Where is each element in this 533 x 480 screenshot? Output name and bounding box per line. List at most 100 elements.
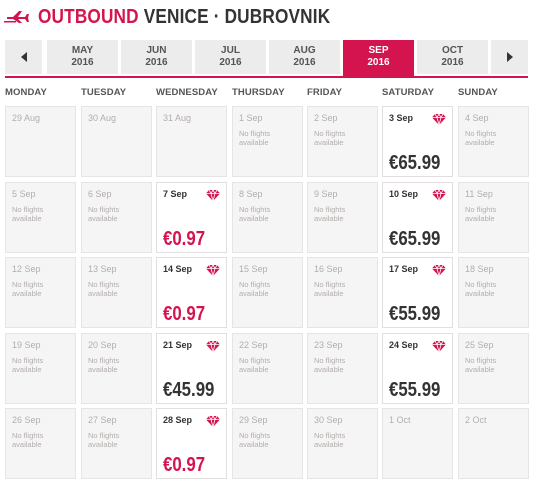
no-flights-text: No flights available bbox=[12, 280, 44, 298]
no-flights-text: No flights available bbox=[12, 431, 44, 449]
fare-price: €55.99 bbox=[389, 303, 441, 325]
month-navigation: MAY 2016 JUN 2016 JUL 2016 AUG 2016 SEP 2016 OCT 20… bbox=[0, 40, 533, 78]
fare-price: €0.97 bbox=[163, 303, 206, 325]
diamond-fare-icon bbox=[206, 263, 220, 278]
calendar-day: 16 Sep No flights available bbox=[307, 257, 378, 328]
calendar-day: 22 Sep No flights available bbox=[232, 333, 303, 404]
diamond-fare-icon bbox=[206, 339, 220, 354]
calendar-day-with-fare[interactable]: 10 Sep €65.99 bbox=[382, 182, 453, 253]
day-date: 29 Sep bbox=[239, 415, 268, 425]
diamond-fare-icon bbox=[206, 188, 220, 203]
day-date: 21 Sep bbox=[163, 340, 193, 350]
plane-takeoff-icon bbox=[4, 11, 29, 23]
weekday-thursday: THURSDAY bbox=[232, 87, 285, 98]
page-title: OUTBOUND VENICE · DUBROVNIK bbox=[38, 6, 330, 29]
day-date: 3 Sep bbox=[389, 113, 414, 123]
day-date: 28 Sep bbox=[163, 415, 193, 425]
calendar-day: 31 Aug bbox=[156, 106, 227, 177]
day-date: 30 Aug bbox=[88, 113, 117, 123]
route-label: VENICE · DUBROVNIK bbox=[143, 6, 331, 28]
day-date: 20 Sep bbox=[88, 340, 117, 350]
weekday-wednesday: WEDNESDAY bbox=[156, 87, 218, 98]
no-flights-text: No flights available bbox=[465, 280, 497, 298]
diamond-fare-icon bbox=[432, 339, 446, 354]
next-month-button[interactable] bbox=[491, 40, 528, 74]
tab-month-label: OCT bbox=[441, 45, 464, 56]
day-date: 13 Sep bbox=[88, 264, 117, 274]
month-bar-underline bbox=[5, 76, 528, 78]
day-date: 29 Aug bbox=[12, 113, 41, 123]
calendar-day: 4 Sep No flights available bbox=[458, 106, 529, 177]
calendar-day: 19 Sep No flights available bbox=[5, 333, 76, 404]
day-date: 26 Sep bbox=[12, 415, 41, 425]
weekday-saturday: SATURDAY bbox=[382, 87, 435, 98]
calendar-day-with-fare[interactable]: 21 Sep €45.99 bbox=[156, 333, 227, 404]
no-flights-text: No flights available bbox=[314, 431, 346, 449]
weekday-sunday: SUNDAY bbox=[458, 87, 498, 98]
calendar-day: 11 Sep No flights available bbox=[458, 182, 529, 253]
calendar-day: 30 Sep No flights available bbox=[307, 408, 378, 479]
calendar-day-with-fare[interactable]: 3 Sep €65.99 bbox=[382, 106, 453, 177]
calendar-day-with-fare[interactable]: 7 Sep €0.97 bbox=[156, 182, 227, 253]
fare-price: €65.99 bbox=[389, 152, 441, 174]
no-flights-text: No flights available bbox=[239, 431, 271, 449]
calendar-day: 29 Aug bbox=[5, 106, 76, 177]
calendar-day: 18 Sep No flights available bbox=[458, 257, 529, 328]
no-flights-text: No flights available bbox=[465, 356, 497, 374]
chevron-left-icon bbox=[20, 52, 27, 62]
calendar-day: 13 Sep No flights available bbox=[81, 257, 152, 328]
day-date: 15 Sep bbox=[239, 264, 268, 274]
tab-jul[interactable]: JUL 2016 bbox=[195, 40, 266, 74]
calendar-day: 2 Oct bbox=[458, 408, 529, 479]
day-date: 1 Oct bbox=[389, 415, 411, 425]
calendar-day: 20 Sep No flights available bbox=[81, 333, 152, 404]
no-flights-text: No flights available bbox=[239, 205, 271, 223]
no-flights-text: No flights available bbox=[314, 205, 346, 223]
no-flights-text: No flights available bbox=[314, 280, 346, 298]
tab-year-label: 2016 bbox=[145, 57, 168, 68]
prev-month-button[interactable] bbox=[5, 40, 42, 74]
fare-price: €0.97 bbox=[163, 228, 206, 250]
header: OUTBOUND VENICE · DUBROVNIK bbox=[0, 0, 533, 34]
no-flights-text: No flights available bbox=[12, 205, 44, 223]
calendar-day-with-fare[interactable]: 28 Sep €0.97 bbox=[156, 408, 227, 479]
calendar-day: 15 Sep No flights available bbox=[232, 257, 303, 328]
day-date: 1 Sep bbox=[239, 113, 263, 123]
fare-price: €65.99 bbox=[389, 228, 441, 250]
day-date: 24 Sep bbox=[389, 340, 419, 350]
day-date: 27 Sep bbox=[88, 415, 117, 425]
calendar-day: 6 Sep No flights available bbox=[81, 182, 152, 253]
calendar-day: 1 Oct bbox=[382, 408, 453, 479]
day-date: 9 Sep bbox=[314, 189, 338, 199]
tab-year-label: 2016 bbox=[367, 57, 390, 68]
no-flights-text: No flights available bbox=[239, 356, 271, 374]
day-date: 5 Sep bbox=[12, 189, 36, 199]
tab-month-label: SEP bbox=[368, 45, 389, 56]
tab-month-label: MAY bbox=[71, 45, 94, 56]
weekday-monday: MONDAY bbox=[5, 87, 47, 98]
tab-sep[interactable]: SEP 2016 bbox=[343, 40, 414, 76]
tab-aug[interactable]: AUG 2016 bbox=[269, 40, 340, 74]
calendar-day-with-fare[interactable]: 17 Sep €55.99 bbox=[382, 257, 453, 328]
day-date: 22 Sep bbox=[239, 340, 268, 350]
calendar-day: 8 Sep No flights available bbox=[232, 182, 303, 253]
day-date: 7 Sep bbox=[163, 189, 188, 199]
no-flights-text: No flights available bbox=[88, 431, 120, 449]
tab-year-label: 2016 bbox=[219, 57, 242, 68]
day-date: 18 Sep bbox=[465, 264, 494, 274]
day-date: 25 Sep bbox=[465, 340, 494, 350]
calendar-day: 9 Sep No flights available bbox=[307, 182, 378, 253]
tab-jun[interactable]: JUN 2016 bbox=[121, 40, 192, 74]
tab-month-label: AUG bbox=[293, 45, 316, 56]
tab-oct[interactable]: OCT 2016 bbox=[417, 40, 488, 74]
diamond-fare-icon bbox=[432, 263, 446, 278]
calendar-day-with-fare[interactable]: 24 Sep €55.99 bbox=[382, 333, 453, 404]
calendar-day: 25 Sep No flights available bbox=[458, 333, 529, 404]
tab-month-label: JUL bbox=[221, 45, 240, 56]
diamond-fare-icon bbox=[432, 188, 446, 203]
calendar-day-with-fare[interactable]: 14 Sep €0.97 bbox=[156, 257, 227, 328]
day-date: 4 Sep bbox=[465, 113, 489, 123]
no-flights-text: No flights available bbox=[314, 129, 346, 147]
day-date: 14 Sep bbox=[163, 264, 193, 274]
tab-may[interactable]: MAY 2016 bbox=[47, 40, 118, 74]
